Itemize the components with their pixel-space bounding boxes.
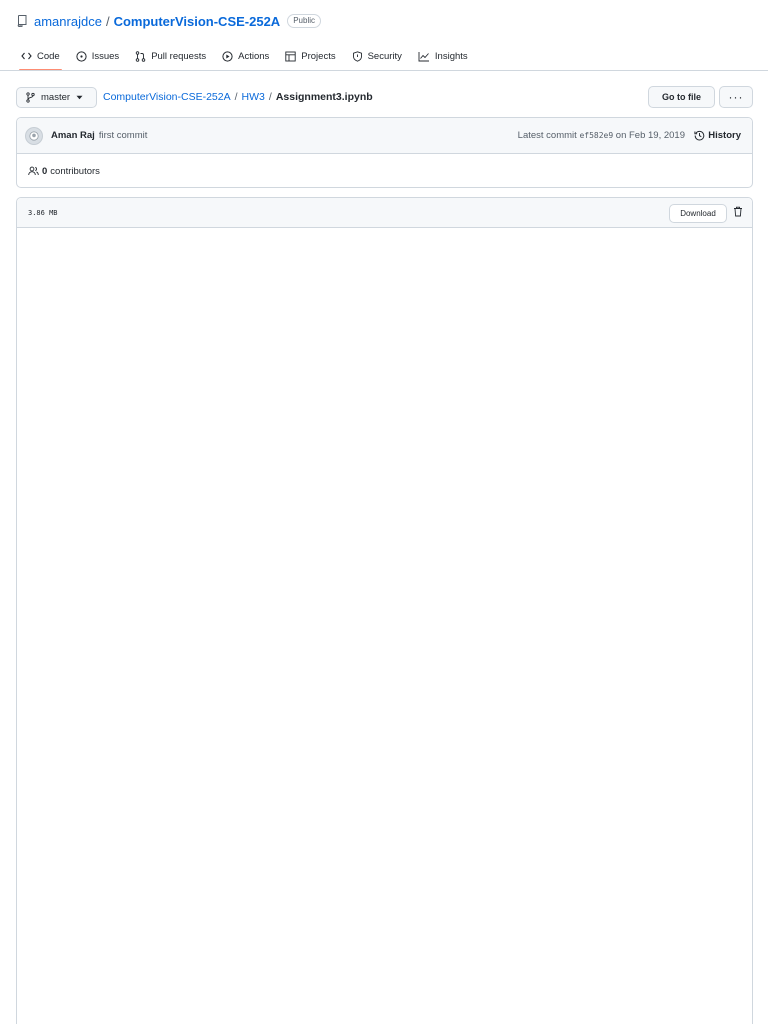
avatar[interactable] (25, 126, 43, 145)
file-header: 3.86 MB Download (17, 198, 752, 228)
history-icon (694, 130, 705, 141)
commit-author[interactable]: Aman Raj (51, 130, 95, 141)
visibility-badge: Public (287, 14, 321, 28)
github-mark-icon (29, 130, 39, 141)
commit-sha-link[interactable]: ef582e9 (579, 131, 613, 140)
download-button[interactable]: Download (669, 204, 727, 223)
file-size: 3.86 MB (28, 209, 58, 217)
go-to-file-button[interactable]: Go to file (648, 86, 715, 108)
repo-nav: Code Issues Pull requests Actions Projec… (13, 42, 476, 71)
shield-icon (352, 50, 362, 62)
commit-header: Aman Raj first commit Latest commit ef58… (17, 118, 752, 154)
commit-message[interactable]: first commit (99, 130, 148, 141)
tab-issues[interactable]: Issues (68, 42, 127, 70)
nav-divider (0, 70, 768, 71)
branch-name: master (41, 92, 71, 103)
tab-label: Actions (238, 50, 270, 62)
tab-code[interactable]: Code (13, 42, 68, 71)
contributors-count: 0 (42, 165, 48, 177)
breadcrumb-folder-link[interactable]: HW3 (242, 91, 265, 103)
latest-commit-info: Latest commit ef582e9 on Feb 19, 2019 (518, 130, 685, 141)
repo-separator: / (105, 13, 110, 29)
contributors-label: contributors (50, 165, 100, 177)
breadcrumb-file-name: Assignment3.ipynb (275, 91, 373, 103)
trash-icon[interactable] (733, 206, 743, 220)
people-icon (28, 166, 39, 176)
tab-pull-requests[interactable]: Pull requests (127, 42, 214, 70)
chevron-down-icon (76, 95, 83, 100)
repo-name-link[interactable]: ComputerVision-CSE-252A (114, 14, 281, 29)
play-icon (222, 50, 233, 62)
tab-label: Code (37, 50, 60, 62)
tab-security[interactable]: Security (344, 42, 410, 70)
tab-label: Security (367, 50, 402, 62)
tab-label: Issues (91, 50, 120, 62)
commit-date: on Feb 19, 2019 (615, 130, 685, 141)
tab-label: Pull requests (151, 50, 207, 62)
code-icon (21, 52, 32, 60)
contributors-row[interactable]: 0 contributors (17, 154, 752, 188)
latest-commit-box: Aman Raj first commit Latest commit ef58… (16, 117, 753, 188)
file-viewer: 3.86 MB Download (16, 197, 753, 1024)
pull-request-icon (135, 50, 146, 62)
breadcrumb-separator: / (234, 91, 238, 103)
branch-icon (26, 92, 35, 103)
repo-owner-link[interactable]: amanrajdce (34, 14, 102, 29)
tab-actions[interactable]: Actions (214, 42, 277, 70)
history-link[interactable]: History (694, 130, 741, 141)
more-options-button[interactable]: ··· (719, 86, 753, 108)
breadcrumb-separator: / (268, 91, 272, 103)
branch-select-button[interactable]: master (16, 87, 97, 108)
tab-label: Projects (301, 50, 336, 62)
kebab-horizontal-icon: ··· (728, 90, 744, 104)
latest-commit-label: Latest commit (517, 130, 577, 141)
breadcrumb: ComputerVision-CSE-252A / HW3 / Assignme… (103, 91, 373, 103)
tab-label: Insights (434, 50, 468, 62)
table-icon (285, 51, 296, 61)
tab-projects[interactable]: Projects (277, 42, 343, 70)
graph-icon (418, 51, 429, 61)
issue-icon (76, 50, 87, 62)
repo-icon (17, 14, 28, 28)
history-label: History (708, 130, 741, 141)
repo-header: amanrajdce / ComputerVision-CSE-252A Pub… (17, 12, 321, 30)
breadcrumb-repo-link[interactable]: ComputerVision-CSE-252A (103, 91, 231, 103)
tab-insights[interactable]: Insights (410, 42, 476, 70)
